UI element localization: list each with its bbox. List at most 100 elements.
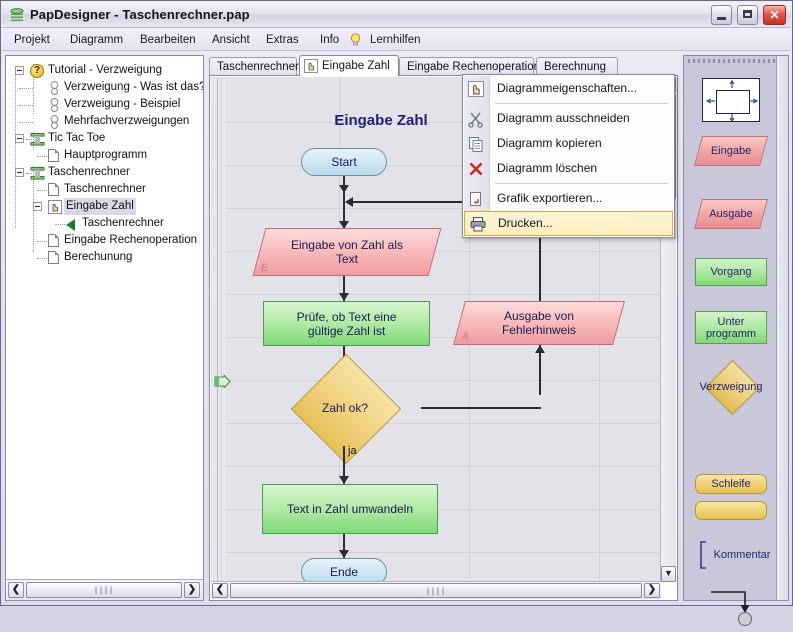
palette-item-schleife-ende[interactable] xyxy=(684,501,778,527)
h-scroll-thumb[interactable]: ∣∣∣∣ xyxy=(230,583,642,598)
menu-ansicht[interactable]: Ansicht xyxy=(206,32,256,48)
tab-eingabe-zahl[interactable]: Eingabe Zahl xyxy=(299,55,399,76)
tab-berechnung[interactable]: Berechnung xyxy=(536,57,618,75)
flow-node-decision[interactable]: Zahl ok? xyxy=(269,353,421,465)
canvas-left-ruler xyxy=(212,78,226,582)
menu-diagramm[interactable]: Diagramm xyxy=(64,32,129,48)
ctx-drucken[interactable]: Drucken... xyxy=(464,211,673,236)
flow-node-start[interactable]: Start xyxy=(301,148,387,176)
project-tree-panel: ? Tutorial - Verzweigung Verzweigung - W… xyxy=(5,55,204,601)
palette-item-label: Vorgang xyxy=(710,266,752,278)
ctx-label: Diagramm kopieren xyxy=(497,136,602,150)
diagram-context-menu: Diagrammeigenschaften... Diagramm aussch… xyxy=(462,74,675,238)
tree-horizontal-scrollbar[interactable]: ❮ ∣∣∣∣ ❯ xyxy=(6,579,203,600)
branch-icon xyxy=(48,98,62,113)
ctx-diagramm-ausschneiden[interactable]: Diagramm ausschneiden xyxy=(463,106,674,131)
palette-scrollbar[interactable] xyxy=(776,56,788,600)
menu-lernhilfen[interactable]: Lernhilfen xyxy=(364,32,427,48)
ctx-label: Diagramm löschen xyxy=(497,161,598,175)
scroll-down-button[interactable]: ▼ xyxy=(661,566,676,582)
scissors-icon xyxy=(467,110,485,128)
palette-drag-handle[interactable] xyxy=(688,59,784,63)
expander-icon[interactable] xyxy=(15,66,24,75)
edge-label-ja: ja xyxy=(348,445,357,457)
tree-node-label: Verzweigung - Was ist das? xyxy=(64,81,203,93)
expander-icon[interactable] xyxy=(33,202,42,211)
window-buttons: ✕ xyxy=(709,5,786,25)
ctx-diagramm-loeschen[interactable]: Diagramm löschen xyxy=(463,156,674,181)
palette-item-kommentar[interactable]: Kommentar xyxy=(684,541,778,575)
tree-node-label: Mehrfachverzweigungen xyxy=(64,115,190,127)
palette-item-schleife[interactable]: Schleife xyxy=(684,474,778,502)
palette-item-connector[interactable] xyxy=(684,586,778,632)
project-tree[interactable]: ? Tutorial - Verzweigung Verzweigung - W… xyxy=(6,56,203,578)
flow-node-error-output[interactable]: Ausgabe von Fehlerhinweis A xyxy=(453,301,625,345)
tree-node-hauptprogramm[interactable]: Hauptprogramm xyxy=(10,147,203,164)
tree-node-tutorial-verzweigung[interactable]: ? Tutorial - Verzweigung xyxy=(10,62,203,79)
tree-node-label: Eingabe Rechenoperation xyxy=(64,234,197,246)
menu-bearbeiten[interactable]: Bearbeiten xyxy=(134,32,202,48)
canvas-horizontal-scrollbar[interactable]: ❮ ∣∣∣∣ ❯ xyxy=(211,581,661,599)
minimize-button[interactable] xyxy=(710,5,732,25)
document-icon xyxy=(48,183,59,196)
flow-node-input[interactable]: Eingabe von Zahl als Text E xyxy=(252,228,442,276)
tree-node-label: Tutorial - Verzweigung xyxy=(48,64,162,76)
export-icon xyxy=(467,190,485,208)
palette-item-vorgang[interactable]: Vorgang xyxy=(684,258,778,298)
tree-node-berechunung[interactable]: Berechunung xyxy=(10,249,203,266)
palette-item-label: Kommentar xyxy=(713,549,771,561)
expander-icon[interactable] xyxy=(15,168,24,177)
palette-diagram-frame-tool[interactable] xyxy=(684,78,778,130)
tree-node-label: Tic Tac Toe xyxy=(48,132,106,144)
tab-label: Eingabe Zahl xyxy=(322,60,390,72)
palette-item-ausgabe[interactable]: Ausgabe xyxy=(684,199,778,239)
papdesigner-window: PapDesigner - Taschenrechner.pap ✕ Proje… xyxy=(0,0,793,627)
shape-palette: Eingabe Ausgabe Vorgang Unter programm V… xyxy=(683,55,789,627)
menu-bar: Projekt Diagramm Bearbeiten Ansicht Extr… xyxy=(2,28,791,51)
palette-item-unterprogramm[interactable]: Unter programm xyxy=(684,311,778,355)
green-triangle-icon xyxy=(66,219,75,231)
h-scroll-right-button[interactable]: ❯ xyxy=(644,583,660,598)
tree-node-taschenrechner-doc[interactable]: Taschenrechner xyxy=(10,181,203,198)
expander-icon[interactable] xyxy=(15,134,24,143)
tree-node-taschenrechner-project[interactable]: Taschenrechner xyxy=(10,164,203,181)
tree-node-eingabe-rechenoperation[interactable]: Eingabe Rechenoperation xyxy=(10,232,203,249)
palette-item-eingabe[interactable]: Eingabe xyxy=(684,136,778,176)
menu-extras[interactable]: Extras xyxy=(260,32,305,48)
palette-item-label: Unter programm xyxy=(705,315,757,340)
flow-node-end[interactable]: Ende xyxy=(301,558,387,582)
context-menu-separator xyxy=(495,183,668,184)
menu-info[interactable]: Info xyxy=(314,32,345,48)
palette-item-verzweigung[interactable]: Verzweigung xyxy=(684,359,778,417)
title-bar: PapDesigner - Taschenrechner.pap ✕ xyxy=(2,2,791,28)
tree-node-tic-tac-toe[interactable]: Tic Tac Toe xyxy=(10,130,203,147)
tab-eingabe-rechenoperation[interactable]: Eingabe Rechenoperation xyxy=(399,57,540,75)
tree-node-eingabe-zahl[interactable]: Eingabe Zahl xyxy=(10,198,203,215)
tree-node-label: Taschenrechner xyxy=(82,217,164,229)
tree-node-taschenrechner-sub[interactable]: Taschenrechner xyxy=(10,215,203,232)
ctx-label: Drucken... xyxy=(498,216,553,230)
flow-node-check[interactable]: Prüfe, ob Text eine gültige Zahl ist xyxy=(263,301,430,346)
flow-node-label: Ausgabe von Fehlerhinweis xyxy=(501,309,577,337)
scroll-right-button[interactable]: ❯ xyxy=(184,582,200,598)
scroll-thumb[interactable]: ∣∣∣∣ xyxy=(26,582,182,598)
maximize-button[interactable] xyxy=(736,5,758,25)
tree-node-verzweigung-beispiel[interactable]: Verzweigung - Beispiel xyxy=(10,96,203,113)
palette-item-label: Eingabe xyxy=(710,145,752,157)
tab-taschenrechner[interactable]: Taschenrechner xyxy=(209,57,299,75)
close-button[interactable]: ✕ xyxy=(763,5,786,25)
tree-node-verzweigung-was-ist-das[interactable]: Verzweigung - Was ist das? xyxy=(10,79,203,96)
tree-node-mehrfachverzweigungen[interactable]: Mehrfachverzweigungen xyxy=(10,113,203,130)
tree-node-label: Eingabe Zahl xyxy=(64,198,136,215)
flow-node-convert[interactable]: Text in Zahl umwandeln xyxy=(262,484,438,534)
ctx-diagramm-kopieren[interactable]: Diagramm kopieren xyxy=(463,131,674,156)
menu-projekt[interactable]: Projekt xyxy=(8,32,56,48)
ctx-grafik-exportieren[interactable]: Grafik exportieren... xyxy=(463,186,674,211)
scroll-left-button[interactable]: ❮ xyxy=(8,582,24,598)
tree-node-label: Taschenrechner xyxy=(48,166,130,178)
h-scroll-left-button[interactable]: ❮ xyxy=(212,583,228,598)
copy-icon xyxy=(467,135,485,153)
flow-node-label: Prüfe, ob Text eine gültige Zahl ist xyxy=(296,309,397,338)
ctx-diagrammeigenschaften[interactable]: Diagrammeigenschaften... xyxy=(463,76,674,101)
tree-node-label: Berechunung xyxy=(64,251,133,263)
